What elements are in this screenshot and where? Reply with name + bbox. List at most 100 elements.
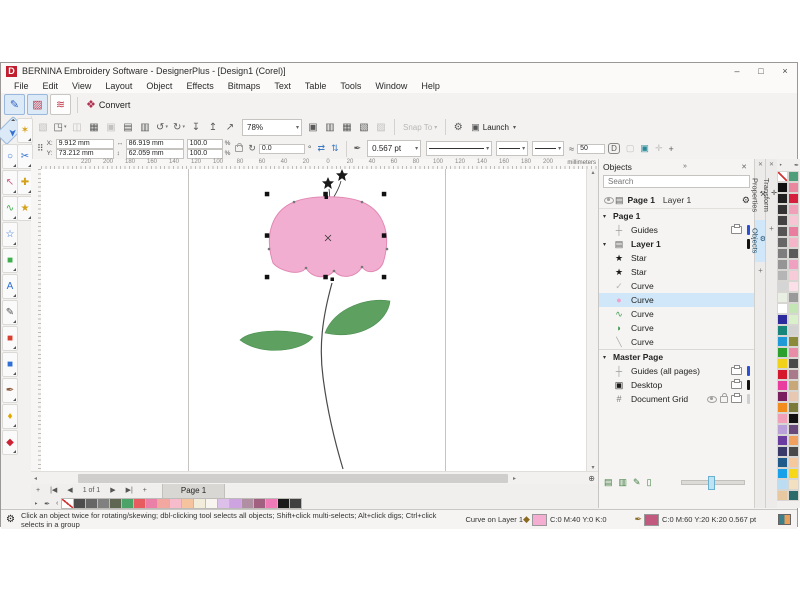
selection-handle[interactable] — [382, 275, 387, 280]
color-swatch[interactable] — [777, 424, 788, 435]
start-arrowhead-select[interactable]: ▾ — [496, 141, 528, 156]
rectangle-tool[interactable]: ■ — [2, 352, 18, 377]
color-swatch[interactable] — [788, 490, 799, 501]
visibility-eye-icon[interactable] — [604, 197, 614, 204]
curve-node[interactable] — [331, 278, 335, 282]
menu-bitmaps[interactable]: Bitmaps — [221, 79, 268, 93]
menu-window[interactable]: Window — [368, 79, 414, 93]
dropdown-caret-icon[interactable]: ▾ — [64, 124, 67, 130]
ruler-unit-label[interactable]: millimeters — [564, 160, 596, 166]
expand-triangle-icon[interactable]: ▾ — [603, 241, 613, 248]
selection-handle[interactable] — [323, 192, 328, 197]
convert-button[interactable]: ❖ Convert — [82, 94, 137, 115]
mirror-vertical-button[interactable]: ⇅ — [331, 143, 339, 154]
color-swatch[interactable] — [777, 446, 788, 457]
color-swatch[interactable] — [788, 369, 799, 380]
color-swatch[interactable] — [788, 479, 799, 490]
scroll-up-icon[interactable]: ▴ — [591, 169, 594, 176]
corner-smoothness-field[interactable]: 50 — [577, 144, 605, 154]
color-swatch[interactable] — [777, 325, 788, 336]
menu-effects[interactable]: Effects — [179, 79, 220, 93]
color-swatch[interactable] — [777, 215, 788, 226]
color-swatch[interactable] — [788, 171, 799, 182]
wrap-text-button[interactable]: D — [608, 143, 620, 154]
last-page-button[interactable]: ▶| — [121, 484, 138, 498]
save-button[interactable]: ◫ — [69, 119, 85, 135]
layer-color-bar[interactable] — [747, 225, 750, 235]
selection-handle[interactable] — [382, 233, 387, 238]
scale-x-field[interactable]: 100.0 — [187, 139, 223, 149]
previous-page-button[interactable]: ◀ — [62, 484, 77, 498]
zoom-level-select[interactable]: 78% ▾ — [242, 119, 302, 136]
layer-opacity-slider[interactable] — [681, 480, 745, 485]
outline-width-select[interactable]: 0.567 pt ▾ — [367, 140, 421, 157]
add-property-button[interactable]: + — [668, 144, 673, 154]
color-swatch[interactable] — [788, 468, 799, 479]
y-position-field[interactable]: 73.212 mm — [56, 149, 114, 159]
dropdown-caret-icon[interactable]: ▾ — [182, 124, 185, 130]
ruler-toggle-button[interactable]: ▨ — [373, 119, 389, 135]
color-swatch[interactable] — [788, 237, 799, 248]
color-swatch[interactable] — [788, 347, 799, 358]
color-swatch[interactable] — [777, 391, 788, 402]
color-swatch[interactable] — [777, 347, 788, 358]
drawing-canvas[interactable] — [41, 169, 586, 471]
artwork-canvas-button[interactable]: ✎ — [4, 94, 25, 115]
outline-color-indicator[interactable]: ✒ C:0 M:60 Y:20 K:20 0.567 pt — [635, 514, 757, 526]
new-layer-button[interactable]: ▤ — [604, 477, 613, 488]
scroll-left-icon[interactable]: ◂ — [31, 475, 40, 482]
objects-tree-row[interactable]: # Document Grid — [599, 392, 754, 406]
objects-tree-row[interactable]: ┼ Guides — [599, 223, 754, 237]
color-swatch[interactable] — [788, 435, 799, 446]
color-swatch[interactable] — [777, 358, 788, 369]
print-button[interactable]: ▦ — [86, 119, 102, 135]
tab-transform[interactable]: ✛Transform — [766, 170, 777, 220]
interactive-fill-tool[interactable]: ■ — [2, 326, 18, 351]
color-swatch[interactable] — [777, 314, 788, 325]
smart-fill-tool[interactable]: ◆ — [2, 430, 18, 455]
objects-tree-row[interactable]: ╲ Curve — [599, 335, 754, 349]
end-arrowhead-select[interactable]: ▾ — [532, 141, 564, 156]
leaf-object[interactable] — [240, 331, 313, 350]
star-object[interactable] — [336, 169, 348, 181]
objects-tree-row[interactable]: ◗ Curve — [599, 321, 754, 335]
color-swatch[interactable] — [788, 193, 799, 204]
color-swatch[interactable] — [788, 413, 799, 424]
options-page-button[interactable]: ▧ — [356, 119, 372, 135]
pencil-tool[interactable]: ✎ — [2, 300, 18, 325]
objects-tree-row[interactable]: ▣ Desktop — [599, 378, 754, 392]
color-swatch[interactable] — [777, 259, 788, 270]
menu-view[interactable]: View — [65, 79, 98, 93]
lock-icon[interactable] — [720, 396, 728, 403]
color-swatch[interactable] — [777, 193, 788, 204]
palette-flyout-icon[interactable]: ‣ — [779, 162, 783, 169]
view-layout-button[interactable]: ▥ — [322, 119, 338, 135]
color-swatch[interactable] — [788, 336, 799, 347]
horizontal-scrollbar[interactable]: ◂ ▸ ⊕ — [31, 471, 598, 485]
slider-thumb[interactable] — [708, 476, 715, 490]
color-swatch[interactable] — [777, 490, 788, 501]
layer-color-bar[interactable] — [747, 366, 750, 376]
delete-layer-button[interactable]: ▯ — [647, 477, 652, 488]
maximize-button[interactable]: □ — [749, 64, 773, 79]
edit-layer-button[interactable]: ✎ — [633, 477, 641, 488]
add-page-after-button[interactable]: + — [138, 484, 152, 498]
color-swatch[interactable] — [777, 303, 788, 314]
color-swatch[interactable] — [777, 369, 788, 380]
scrollbar-thumb[interactable] — [78, 474, 508, 483]
objects-tree-row[interactable]: ✓ Curve — [599, 279, 754, 293]
printer-icon[interactable] — [731, 395, 742, 403]
leaf-object[interactable] — [325, 300, 390, 335]
curve-node[interactable] — [268, 248, 271, 251]
menu-object[interactable]: Object — [139, 79, 179, 93]
publish-button[interactable]: ↗ — [222, 119, 238, 135]
curve-node[interactable] — [305, 267, 308, 270]
paste-special-button[interactable]: ▧ — [35, 119, 51, 135]
dropdown-caret-icon[interactable]: ▾ — [165, 124, 168, 130]
scroll-right-icon[interactable]: ▸ — [510, 475, 519, 482]
new-master-layer-button[interactable]: ▥ — [619, 477, 628, 488]
color-swatch[interactable] — [777, 204, 788, 215]
full-screen-preview-button[interactable]: ▣ — [305, 119, 321, 135]
printer-icon[interactable] — [731, 226, 742, 234]
eyedropper-tool[interactable]: ✒ — [2, 378, 18, 403]
